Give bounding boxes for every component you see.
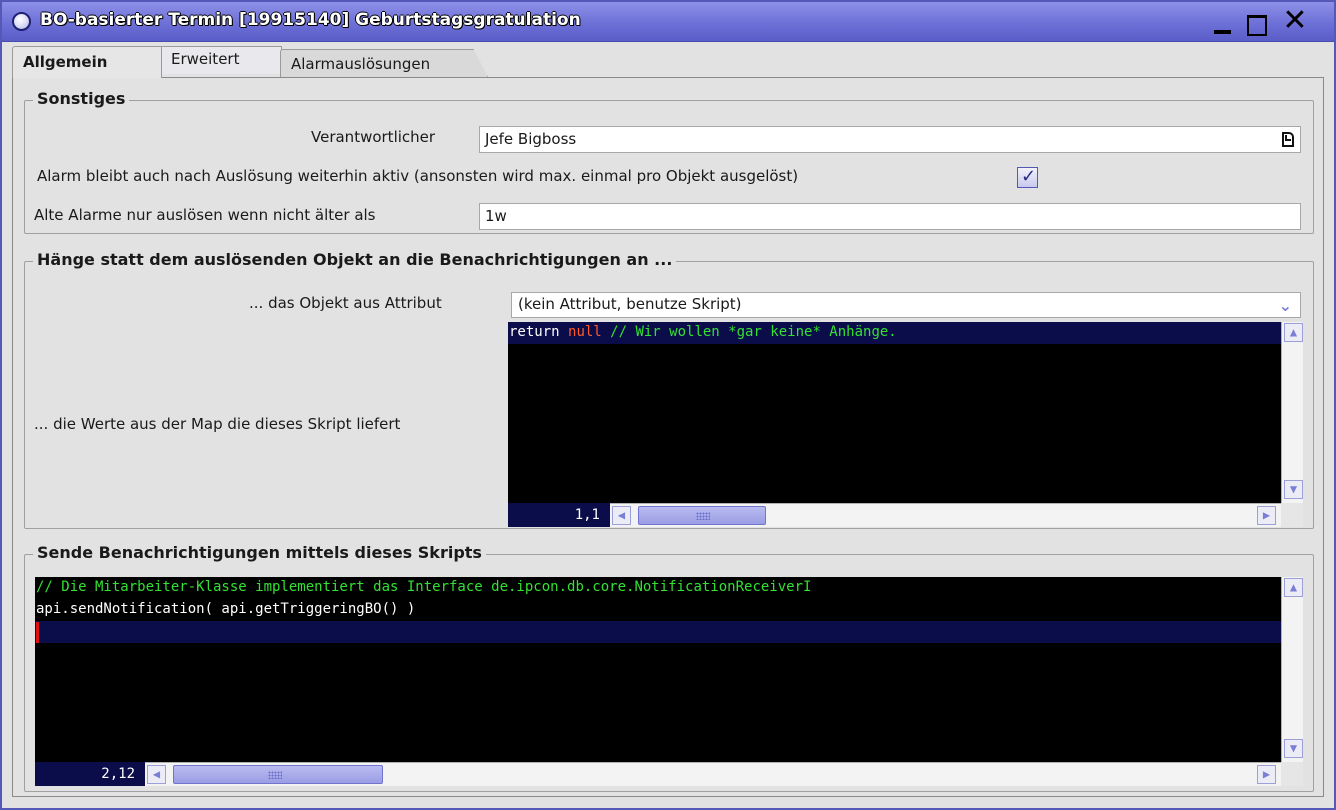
tab-alarmausloesungen[interactable]: Alarmauslösungen: [280, 49, 488, 77]
objekt-attribut-label: ... das Objekt aus Attribut: [249, 294, 442, 312]
tab-erweitert[interactable]: Erweitert: [160, 46, 282, 74]
tab-content-panel: Sonstiges Verantwortlicher Jefe Bigboss …: [12, 77, 1324, 797]
verantwortlicher-field[interactable]: Jefe Bigboss: [479, 126, 1301, 153]
horizontal-scrollbar[interactable]: ◀ ▶: [145, 762, 1281, 786]
scroll-down-arrow-icon[interactable]: ▼: [1284, 480, 1303, 499]
scroll-right-arrow-icon[interactable]: ▶: [1257, 506, 1276, 525]
scroll-up-arrow-icon[interactable]: ▲: [1284, 323, 1303, 342]
minimize-button[interactable]: [1208, 6, 1238, 38]
objekt-attribut-value: (kein Attribut, benutze Skript): [518, 295, 742, 313]
scroll-corner: [1281, 762, 1303, 786]
alte-alarme-label: Alte Alarme nur auslösen wenn nicht älte…: [34, 206, 376, 224]
objekt-attribut-select[interactable]: (kein Attribut, benutze Skript) ⌄: [511, 292, 1301, 318]
grip-icon: [695, 512, 710, 520]
anhaenge-title: Hänge statt dem auslösenden Objekt an di…: [33, 250, 677, 269]
attachment-script-editor[interactable]: return null // Wir wollen *gar keine* An…: [508, 322, 1303, 527]
scrollbar-thumb[interactable]: [173, 765, 383, 784]
horizontal-scrollbar[interactable]: ◀ ▶: [610, 503, 1281, 527]
scroll-down-arrow-icon[interactable]: ▼: [1284, 739, 1303, 758]
dialog-window: BO-basierter Termin [19915140] Geburtsta…: [0, 0, 1336, 810]
scroll-right-arrow-icon[interactable]: ▶: [1257, 765, 1276, 784]
script-line: // Die Mitarbeiter-Klasse implementiert …: [36, 579, 812, 595]
maximize-button[interactable]: [1242, 6, 1272, 38]
tab-allgemein[interactable]: Allgemein: [12, 46, 162, 78]
map-skript-label: ... die Werte aus der Map die dieses Skr…: [34, 415, 401, 433]
alte-alarme-value: 1w: [485, 207, 507, 225]
window-title: BO-basierter Termin [19915140] Geburtsta…: [40, 10, 581, 30]
senden-group: Sende Benachrichtigungen mittels dieses …: [24, 543, 1314, 792]
close-button[interactable]: ✕: [1280, 6, 1310, 38]
grip-icon: [267, 771, 282, 779]
alarm-aktiv-checkbox[interactable]: ✓: [1017, 167, 1038, 188]
verantwortlicher-value: Jefe Bigboss: [485, 130, 577, 148]
sonstiges-title: Sonstiges: [33, 89, 130, 108]
senden-title: Sende Benachrichtigungen mittels dieses …: [33, 543, 486, 562]
verantwortlicher-label: Verantwortlicher: [311, 128, 436, 146]
scroll-corner: [1281, 503, 1303, 527]
scroll-up-arrow-icon[interactable]: ▲: [1284, 578, 1303, 597]
vertical-scrollbar[interactable]: ▲ ▼: [1281, 322, 1303, 503]
cursor-position: 2,12: [35, 762, 145, 786]
window-menu-icon[interactable]: [12, 12, 31, 31]
scroll-left-arrow-icon[interactable]: ◀: [612, 506, 631, 525]
cursor-position: 1,1: [508, 503, 610, 527]
script-line: api.sendNotification( api.getTriggeringB…: [36, 601, 416, 617]
checkmark-icon: ✓: [1021, 166, 1037, 187]
alarm-aktiv-label: Alarm bleibt auch nach Auslösung weiterh…: [37, 167, 799, 185]
anhaenge-group: Hänge statt dem auslösenden Objekt an di…: [24, 250, 1314, 529]
title-bar[interactable]: BO-basierter Termin [19915140] Geburtsta…: [2, 2, 1334, 42]
script-line: return null // Wir wollen *gar keine* An…: [508, 322, 1281, 344]
vertical-scrollbar[interactable]: ▲ ▼: [1281, 577, 1303, 762]
text-caret: [36, 622, 39, 643]
current-line: [35, 621, 1281, 643]
scrollbar-thumb[interactable]: [638, 506, 766, 525]
notification-script-editor[interactable]: // Die Mitarbeiter-Klasse implementiert …: [35, 577, 1303, 786]
alte-alarme-field[interactable]: 1w: [479, 203, 1301, 230]
chevron-down-icon: ⌄: [1278, 296, 1292, 315]
scroll-left-arrow-icon[interactable]: ◀: [147, 765, 166, 784]
document-icon[interactable]: [1282, 132, 1294, 147]
sonstiges-group: Sonstiges Verantwortlicher Jefe Bigboss …: [24, 89, 1314, 234]
